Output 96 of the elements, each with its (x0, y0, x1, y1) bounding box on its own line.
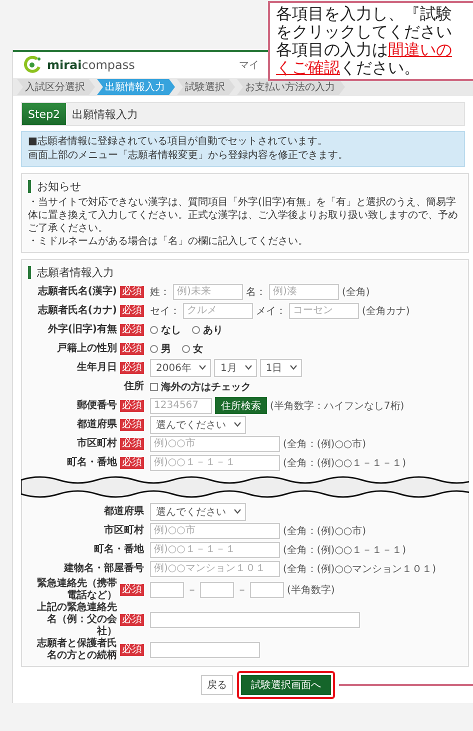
text-field[interactable]: 例)○○マンション１０１ (150, 560, 280, 576)
select-field[interactable]: 1月 (214, 358, 257, 376)
field-hint: (全角：(例)○○マンション１０１) (283, 562, 436, 576)
chevron-down-icon (199, 365, 206, 370)
field-hint: (全角：(例)○○１－１－１) (283, 456, 406, 470)
text-field[interactable]: 例)○○１－１－１ (150, 454, 280, 470)
field-label: 町名・番地 (67, 456, 117, 468)
required-badge: 必須 (120, 342, 144, 354)
field-label: 郵便番号 (77, 400, 117, 412)
chevron-down-icon (290, 365, 298, 370)
field-hint: (全角：(例)○○１－１－１) (283, 544, 406, 556)
required-badge: 必須 (120, 614, 144, 626)
field-label: 都道府県 (77, 418, 117, 430)
progress-step: お支払い方法の入力 (237, 79, 345, 95)
text-field[interactable]: コーセン (289, 302, 359, 318)
phone-field[interactable] (200, 582, 234, 598)
field-label: 戸籍上の性別 (57, 342, 117, 354)
field-label: 住所 (124, 380, 144, 392)
section-title: お知らせ (28, 180, 462, 193)
required-badge: 必須 (120, 584, 144, 596)
phone-field[interactable] (250, 582, 284, 598)
field-label: 外字(旧字)有無 (48, 324, 117, 336)
logo-text: miraicompass (47, 58, 135, 72)
notice-text: ・当サイトで対応できない漢字は、質問項目「外字(旧字)有無」を「有」と選択のうえ、簡易字体に置き換えて入力してください。正式な漢字は、ご入学後よりお取り扱い致しますので、予めご了承ください。 (28, 196, 459, 235)
progress-step: 出願情報入力 (97, 79, 175, 95)
info-text: 画面上部のメニュー「志願者情報変更」から登録内容を修正できます。 (28, 149, 349, 163)
select-field[interactable]: 2006年 (150, 358, 212, 376)
info-text: ■志願者情報に登録されている項目が自動でセットされています。 (28, 135, 328, 149)
field-prefix: 名： (246, 286, 266, 298)
menu-link[interactable]: マイ (238, 58, 259, 72)
field-label: 志願者氏名(カナ) (38, 304, 117, 316)
field-label: 建物名・部屋番号 (64, 562, 144, 574)
required-badge: 必須 (120, 438, 144, 450)
required-badge: 必須 (120, 400, 144, 412)
text-field[interactable]: 1234567 (150, 398, 212, 414)
required-badge: 必須 (120, 286, 144, 298)
field-hint: (全角カナ) (362, 304, 410, 318)
field-hint: (全角：(例)○○市) (283, 438, 366, 450)
checkbox-option[interactable]: 海外の方はチェック (150, 380, 251, 394)
callout-text: 各項目の入力は間違いの (276, 41, 453, 59)
step-title: 出願情報入力 (71, 106, 138, 122)
step-badge: Step2 (22, 103, 66, 125)
field-hint: (半角数字：ハイフンなし7桁) (270, 400, 404, 412)
required-badge: 必須 (120, 324, 144, 336)
back-button[interactable]: 戻る (201, 675, 233, 695)
required-badge: 必須 (120, 304, 144, 316)
field-hint: (全角) (342, 286, 370, 298)
notice-text: ・ミドルネームがある場合は「名」の欄に記入してください。 (28, 235, 309, 248)
select-field[interactable]: 選んでください (150, 502, 246, 520)
field-hint: (全角：(例)○○市) (283, 524, 366, 538)
field-label: 市区町村 (104, 524, 144, 536)
field-label: 志願者と保護者氏名の方との続柄 (36, 638, 117, 662)
text-field[interactable]: 例)未来 (173, 284, 243, 300)
dash-separator: － (187, 584, 197, 597)
radio-option[interactable]: なし (150, 322, 181, 336)
chevron-down-icon (234, 509, 241, 514)
select-field[interactable]: 選んでください (150, 416, 246, 434)
phone-field[interactable] (150, 582, 184, 598)
field-label: 志願者氏名(漢字) (38, 286, 117, 298)
field-prefix: 姓： (150, 286, 170, 298)
radio-option[interactable]: 男 (150, 342, 171, 356)
required-badge: 必須 (120, 362, 144, 374)
next-button[interactable]: 試験選択画面へ (241, 675, 331, 695)
text-field[interactable]: 例)○○市 (150, 522, 280, 538)
field-hint: (半角数字) (287, 584, 335, 597)
text-field[interactable]: 例)湊 (269, 284, 339, 300)
progress-step: 試験選択 (177, 79, 235, 95)
field-prefix: メイ： (256, 304, 286, 318)
callout-text: くご確認ください。 (276, 59, 421, 77)
radio-option[interactable]: あり (192, 322, 223, 336)
required-badge: 必須 (120, 418, 144, 430)
text-field[interactable] (150, 642, 260, 658)
address-search-button[interactable]: 住所検索 (215, 397, 267, 414)
field-label: 生年月日 (77, 362, 117, 374)
field-label: 緊急連絡先（携帯電話など） (36, 578, 117, 602)
chevron-down-icon (234, 422, 241, 427)
callout-text: をクリックしてください (276, 23, 453, 41)
logo-icon (23, 56, 43, 74)
chevron-down-icon (244, 365, 252, 370)
required-badge: 必須 (120, 456, 144, 468)
text-field[interactable]: クルメ (183, 302, 253, 318)
field-label: 町名・番地 (94, 544, 144, 556)
text-field[interactable] (150, 612, 360, 628)
required-badge: 必須 (120, 644, 144, 656)
field-label: 都道府県 (104, 506, 144, 518)
callout-text: 各項目を入力し、『試験 (276, 5, 453, 23)
text-field[interactable]: 例)○○市 (150, 436, 280, 452)
progress-step: 入試区分選択 (17, 79, 95, 95)
text-field[interactable]: 例)○○１－１－１ (150, 542, 280, 558)
section-title: 志願者情報入力 (28, 266, 462, 279)
field-label: 市区町村 (77, 438, 117, 450)
field-label: 上記の緊急連絡先名（例：父の会社） (36, 602, 117, 638)
select-field[interactable]: 1日 (260, 358, 302, 376)
field-prefix: セイ： (150, 304, 180, 318)
dash-separator: － (237, 584, 247, 597)
radio-option[interactable]: 女 (182, 342, 203, 356)
